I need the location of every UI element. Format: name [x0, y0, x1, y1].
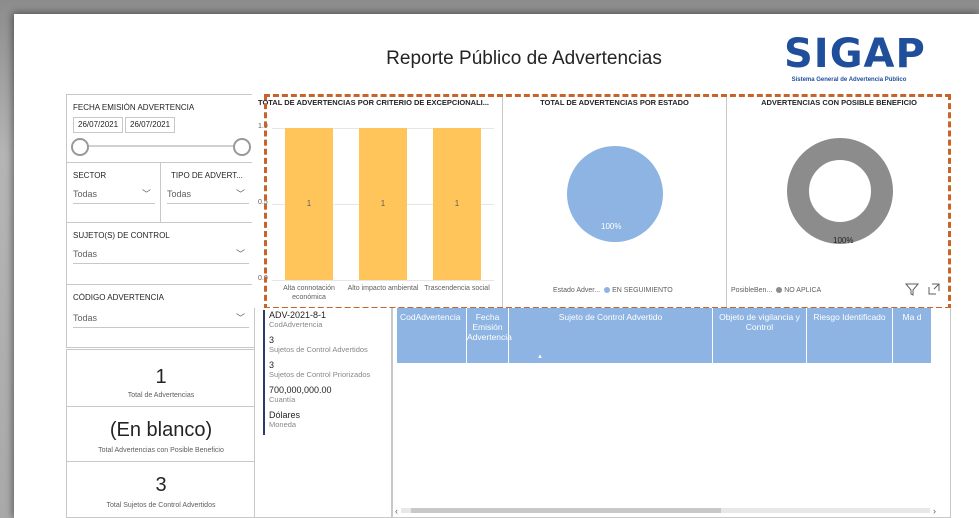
date-end-input[interactable]: 26/07/2021: [125, 117, 176, 133]
date-start-input[interactable]: 26/07/2021: [73, 117, 124, 133]
y-tick-label: 0.0: [258, 275, 268, 282]
table-header: CodAdvertencia Fecha Emisión Advertencia S…: [397, 308, 932, 363]
detail-label: CodAdvertencia: [269, 320, 323, 329]
chevron-down-icon: ﹀: [235, 249, 245, 259]
detail-value: 3: [269, 360, 275, 370]
card-value: 3: [155, 474, 167, 496]
scroll-right-icon[interactable]: ›: [933, 506, 936, 516]
tipo-dropdown[interactable]: Todas ﹀: [167, 185, 249, 204]
bar-data-label: 1: [380, 199, 386, 208]
tipo-slicer[interactable]: TIPO DE ADVERT... Todas ﹀: [160, 162, 256, 224]
sector-slicer[interactable]: SECTOR Todas ﹀: [66, 162, 162, 224]
detail-multirow-card: ADV-2021-8-1 CodAdvertencia 3 Sujetos de Co…: [254, 308, 392, 518]
column-header[interactable]: Objeto de vigilancia y Control: [713, 308, 807, 363]
legend-dot-icon: [776, 287, 783, 294]
detail-label: Cuantía: [269, 395, 296, 404]
report-canvas: Reporte Público de Advertencias SIGAP Si…: [14, 14, 979, 518]
chevron-down-icon: ﹀: [235, 313, 245, 323]
detail-label: Sujetos de Control Priorizados: [269, 370, 371, 379]
bar-data-label: 1: [454, 199, 460, 208]
chevron-down-icon: ﹀: [141, 189, 151, 199]
sort-ascending-icon[interactable]: ▲: [537, 354, 543, 360]
date-slider-start-handle[interactable]: [71, 138, 89, 156]
pie-estado-data-label: 100%: [601, 222, 622, 231]
bar-chart-criterio[interactable]: TOTAL DE ADVERTENCIAS POR CRITERIO DE EX…: [252, 94, 502, 310]
sujetos-slicer[interactable]: SUJETO(S) DE CONTROL Todas ﹀: [66, 222, 256, 286]
detail-value: ADV-2021-8-1: [269, 310, 327, 320]
advertencias-table[interactable]: CodAdvertencia Fecha Emisión Advertencia S…: [392, 308, 951, 518]
legend-title: Estado Adver...: [553, 287, 601, 294]
sujetos-label: SUJETO(S) DE CONTROL: [73, 231, 170, 240]
x-category-label: Alta connotación económica: [283, 285, 335, 301]
detail-list: ADV-2021-8-1 CodAdvertencia 3 Sujetos de Co…: [263, 310, 387, 435]
sector-dropdown[interactable]: Todas ﹀: [73, 185, 155, 204]
detail-value: 3: [269, 335, 275, 345]
card-sujetos-advertidos: 3 Total Sujetos de Control Advertidos: [66, 461, 256, 518]
date-slicer-label: FECHA EMISIÓN ADVERTENCIA: [73, 103, 195, 112]
detail-label: Sujetos de Control Advertidos: [269, 345, 368, 354]
sector-label: SECTOR: [73, 171, 107, 180]
detail-value: Dólares: [269, 410, 301, 420]
detail-value: 700,000,000.00: [269, 385, 332, 395]
focus-mode-icon[interactable]: [927, 282, 941, 296]
chevron-down-icon: ﹀: [235, 189, 245, 199]
legend-title: PosibleBen...: [731, 287, 773, 294]
legend-item[interactable]: NO APLICA: [784, 287, 821, 294]
y-tick-label: 1.0: [258, 123, 268, 130]
scroll-left-icon[interactable]: ‹: [395, 506, 398, 516]
sujetos-value: Todas: [73, 249, 98, 259]
donut-beneficio-svg: [787, 138, 893, 244]
legend-dot-icon: [604, 287, 611, 294]
column-header[interactable]: Ma d: [893, 308, 932, 363]
scrollbar-thumb[interactable]: [411, 508, 721, 513]
bar-plot-area: 1.0 0.5 0.0 1 Alta connotación económica 1 Alt…: [252, 94, 502, 310]
date-slider-end-handle[interactable]: [233, 138, 251, 156]
codigo-slicer[interactable]: CÓDIGO ADVERTENCIA Todas ﹀: [66, 284, 256, 348]
column-header[interactable]: Fecha Emisión Advertencia: [467, 308, 512, 363]
card-total-advertencias: 1 Total de Advertencias: [66, 349, 256, 407]
donut-slice-no-aplica[interactable]: [787, 138, 893, 244]
pie-estado-legend: Estado Adver... EN SEGUIMIENTO: [553, 287, 673, 294]
x-category-label: Alto impacto ambiental: [347, 285, 419, 292]
column-header[interactable]: Riesgo Identificado: [807, 308, 893, 363]
card-value: (En blanco): [109, 419, 213, 441]
card-posible-beneficio: (En blanco) Total Advertencias con Posib…: [66, 406, 256, 462]
donut-legend: PosibleBen... NO APLICA: [731, 287, 821, 294]
codigo-dropdown[interactable]: Todas ﹀: [73, 309, 249, 328]
codigo-value: Todas: [73, 313, 98, 323]
pie-estado-title: TOTAL DE ADVERTENCIAS POR ESTADO: [540, 98, 689, 107]
page-title: Reporte Público de Advertencias: [386, 48, 662, 69]
donut-chart-beneficio[interactable]: ADVERTENCIAS CON POSIBLE BENEFICIO 100% …: [726, 94, 951, 310]
y-tick-label: 0.5: [258, 199, 268, 206]
pie-chart-estado[interactable]: TOTAL DE ADVERTENCIAS POR ESTADO 100% Es…: [502, 94, 726, 310]
date-slider-track: [77, 145, 245, 147]
legend-item[interactable]: EN SEGUIMIENTO: [612, 287, 673, 294]
column-header[interactable]: CodAdvertencia: [397, 308, 467, 363]
horizontal-scrollbar[interactable]: [401, 508, 930, 513]
donut-data-label: 100%: [833, 236, 854, 245]
filter-icon[interactable]: [905, 282, 919, 296]
tipo-label: TIPO DE ADVERT...: [171, 171, 243, 180]
codigo-label: CÓDIGO ADVERTENCIA: [73, 293, 164, 302]
card-caption: Total Advertencias con Posible Beneficio: [98, 447, 224, 454]
gridline: [272, 280, 494, 281]
detail-label: Moneda: [269, 420, 297, 429]
x-category-label: Trascendencia social: [424, 285, 490, 292]
card-value: 1: [155, 366, 167, 388]
donut-beneficio-title: ADVERTENCIAS CON POSIBLE BENEFICIO: [761, 98, 917, 107]
card-caption: Total de Advertencias: [127, 392, 195, 399]
bar-data-label: 1: [306, 199, 312, 208]
sector-value: Todas: [73, 189, 98, 199]
tipo-value: Todas: [167, 189, 192, 199]
sigap-logo: SIGAP: [784, 31, 926, 77]
date-slicer[interactable]: FECHA EMISIÓN ADVERTENCIA 26/07/2021 26/…: [66, 94, 256, 164]
card-caption: Total Sujetos de Control Advertidos: [106, 502, 216, 509]
sigap-logo-subtitle: Sistema General de Advertencia Público: [791, 77, 907, 83]
sujetos-dropdown[interactable]: Todas ﹀: [73, 245, 249, 264]
